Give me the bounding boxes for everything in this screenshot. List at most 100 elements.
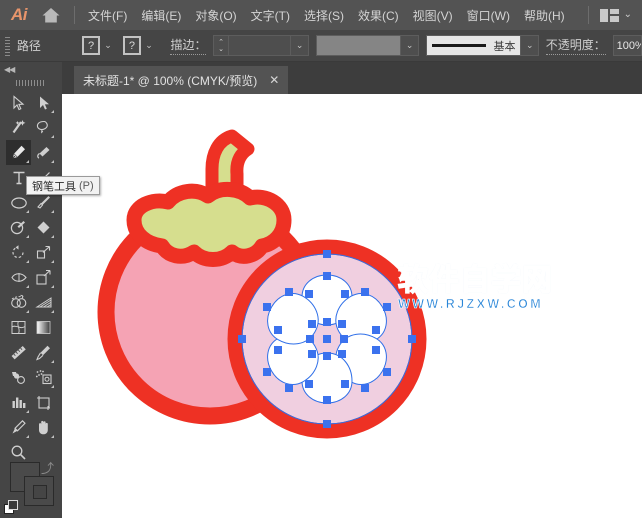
app-logo: Ai xyxy=(11,5,28,24)
menu-item-edit[interactable]: 编辑(E) xyxy=(134,0,188,30)
pen-tool[interactable] xyxy=(6,140,31,165)
fill-dropdown-chevron[interactable]: ⌄ xyxy=(100,36,116,55)
tool-more-indicator xyxy=(51,235,54,238)
artboard-tool[interactable] xyxy=(31,390,56,415)
brush-chevron[interactable]: ⌄ xyxy=(521,35,539,56)
swap-fill-stroke-icon[interactable]: ⤴ xyxy=(41,458,54,477)
watermark-chinese: 软件自学网 xyxy=(397,264,553,297)
gradient-tool[interactable] xyxy=(31,315,56,340)
tool-more-indicator xyxy=(26,435,29,438)
document-tab-title: 未标题-1* @ 100% (CMYK/预览) xyxy=(83,73,258,88)
width-profile-chevron[interactable]: ⌄ xyxy=(401,35,419,56)
tool-more-indicator xyxy=(26,410,29,413)
tool-grid xyxy=(0,90,62,460)
brush-stroke-preview xyxy=(431,44,486,47)
tool-more-indicator xyxy=(51,360,54,363)
blend-tool[interactable] xyxy=(6,365,31,390)
variable-width-profile-select[interactable] xyxy=(315,35,402,56)
curvature-tool[interactable] xyxy=(31,140,56,165)
tool-more-indicator xyxy=(51,210,54,213)
stroke-weight-input[interactable] xyxy=(228,35,292,56)
menu-bar: Ai 文件(F) 编辑(E) 对象(O) 文字(T) 选择(S) 效果(C) 视… xyxy=(0,0,642,30)
eraser-tool[interactable] xyxy=(31,215,56,240)
tool-more-indicator xyxy=(26,235,29,238)
selection-tool[interactable] xyxy=(6,90,31,115)
stroke-weight-label[interactable]: 描边： xyxy=(170,36,207,55)
tool-more-indicator xyxy=(51,260,54,263)
tools-panel: ◀◀ ⤴ xyxy=(0,62,62,518)
hand-tool[interactable] xyxy=(31,415,56,440)
tools-panel-collapse[interactable]: ◀◀ xyxy=(0,62,62,76)
workspace-layout-icon xyxy=(600,8,619,22)
tool-more-indicator xyxy=(51,285,54,288)
scale-tool[interactable] xyxy=(31,240,56,265)
tool-more-indicator xyxy=(51,135,54,138)
menu-item-object[interactable]: 对象(O) xyxy=(188,0,243,30)
menu-divider xyxy=(74,6,75,24)
width-tool[interactable] xyxy=(6,265,31,290)
tool-more-indicator xyxy=(51,110,54,113)
menu-item-window[interactable]: 窗口(W) xyxy=(460,0,517,30)
column-graph-tool[interactable] xyxy=(6,390,31,415)
document-tab-bar: 未标题-1* @ 100% (CMYK/预览) ✕ xyxy=(0,62,642,94)
eyedropper-tool[interactable] xyxy=(31,340,56,365)
measure-tool[interactable] xyxy=(6,340,31,365)
menu-item-file[interactable]: 文件(F) xyxy=(81,0,134,30)
shape-builder-tool[interactable] xyxy=(6,290,31,315)
stroke-weight-stepper[interactable]: ⌃ ⌄ xyxy=(213,35,229,56)
tool-tooltip: 钢笔工具 (P) xyxy=(26,176,100,195)
lasso-tool[interactable] xyxy=(31,115,56,140)
workspace-divider xyxy=(588,6,590,24)
tools-panel-grip[interactable] xyxy=(0,76,62,90)
tooltip-shortcut: (P) xyxy=(79,179,94,192)
fill-stroke-controls: ⤴ xyxy=(0,456,62,518)
free-transform-tool[interactable] xyxy=(31,265,56,290)
opacity-input[interactable]: 100% xyxy=(612,35,642,56)
opacity-label[interactable]: 不透明度： xyxy=(545,36,606,55)
watermark-url: WWW.RJZXW.COM xyxy=(398,297,544,311)
close-icon[interactable]: ✕ xyxy=(269,74,279,86)
default-fill-stroke-icon[interactable] xyxy=(4,500,18,514)
stroke-dropdown-chevron[interactable]: ⌄ xyxy=(141,36,157,55)
fill-color-swatch[interactable]: ? xyxy=(81,36,101,55)
magic-wand-tool[interactable] xyxy=(6,115,31,140)
slice-tool[interactable] xyxy=(6,415,31,440)
tool-more-indicator xyxy=(26,260,29,263)
mangosteen-artwork[interactable] xyxy=(62,94,642,518)
menu-item-help[interactable]: 帮助(H) xyxy=(517,0,572,30)
menu-item-effect[interactable]: 效果(C) xyxy=(351,0,406,30)
control-bar-grip[interactable] xyxy=(4,34,11,57)
control-options-bar: 路径 ? ⌄ ? ⌄ 描边： ⌃ ⌄ ⌄ ⌄ 基本 ⌄ 不透明度： 100% xyxy=(0,30,642,62)
tooltip-label: 钢笔工具 xyxy=(32,180,76,193)
brush-definition-select[interactable]: 基本 xyxy=(425,35,522,56)
menu-item-view[interactable]: 视图(V) xyxy=(406,0,460,30)
document-tab[interactable]: 未标题-1* @ 100% (CMYK/预览) ✕ xyxy=(74,66,289,94)
blob-brush-tool[interactable] xyxy=(6,215,31,240)
menu-item-select[interactable]: 选择(S) xyxy=(297,0,351,30)
menu-item-type[interactable]: 文字(T) xyxy=(244,0,297,30)
mesh-tool[interactable] xyxy=(6,315,31,340)
symbol-sprayer-tool[interactable] xyxy=(31,365,56,390)
stroke-inner-box xyxy=(33,485,47,499)
home-icon[interactable] xyxy=(34,0,68,30)
workspace-switcher[interactable]: ⌄ xyxy=(578,0,636,30)
tool-more-indicator xyxy=(26,210,29,213)
tool-more-indicator xyxy=(26,285,29,288)
tool-more-indicator xyxy=(51,310,54,313)
stroke-weight-chevron[interactable]: ⌄ xyxy=(291,35,309,56)
tool-more-indicator xyxy=(26,160,29,163)
document-canvas[interactable]: 软件自学网 WWW.RJZXW.COM xyxy=(62,94,642,518)
tool-more-indicator xyxy=(51,160,54,163)
rotate-tool[interactable] xyxy=(6,240,31,265)
perspective-grid-tool[interactable] xyxy=(31,290,56,315)
tool-more-indicator xyxy=(26,310,29,313)
brush-name-label: 基本 xyxy=(493,40,516,53)
chevron-down-icon: ⌄ xyxy=(623,9,632,20)
stroke-color-box[interactable] xyxy=(24,476,54,506)
watermark: 软件自学网 WWW.RJZXW.COM xyxy=(397,264,553,311)
illustrator-window: Ai 文件(F) 编辑(E) 对象(O) 文字(T) 选择(S) 效果(C) 视… xyxy=(0,0,642,518)
direct-selection-tool[interactable] xyxy=(31,90,56,115)
tool-more-indicator xyxy=(51,385,54,388)
tool-more-indicator xyxy=(51,435,54,438)
stroke-color-swatch[interactable]: ? xyxy=(122,36,142,55)
